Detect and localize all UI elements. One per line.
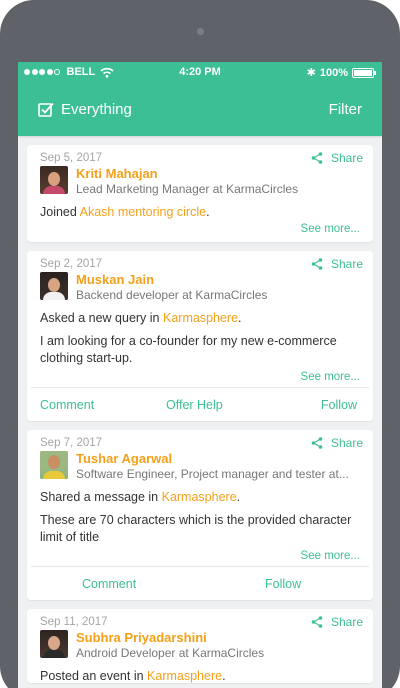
activity-text: Shared a message in Karmasphere. bbox=[40, 490, 241, 504]
activity-feed: Sep 5, 2017 Share Kriti Mahajan Lead Mar… bbox=[18, 136, 382, 683]
share-icon bbox=[311, 152, 323, 164]
avatar[interactable] bbox=[40, 451, 68, 479]
share-icon bbox=[311, 616, 323, 628]
avatar[interactable] bbox=[40, 630, 68, 658]
share-label: Share bbox=[330, 615, 363, 629]
user-role: Lead Marketing Manager at KarmaCircles bbox=[76, 182, 299, 196]
activity-link[interactable]: Akash mentoring circle bbox=[80, 205, 206, 219]
share-button[interactable]: Share bbox=[311, 151, 363, 165]
user-name[interactable]: Kriti Mahajan bbox=[76, 166, 364, 182]
offer-help-button[interactable]: Offer Help bbox=[166, 398, 223, 412]
share-label: Share bbox=[330, 257, 363, 271]
filter-button[interactable]: Filter bbox=[329, 101, 362, 118]
comment-button[interactable]: Comment bbox=[82, 577, 136, 591]
card-actions: Comment Follow bbox=[31, 566, 369, 600]
activity-text: Joined Akash mentoring circle. bbox=[40, 205, 210, 219]
post-message: These are 70 characters which is the pro… bbox=[40, 513, 352, 544]
phone-frame: BELL 4:20 PM ✱ 100% Everything Filter Se… bbox=[0, 0, 400, 688]
battery-icon bbox=[352, 67, 376, 78]
user-name[interactable]: Muskan Jain bbox=[76, 272, 364, 288]
feed-card: Sep 11, 2017 Share Subhra Priyadarshini … bbox=[27, 609, 373, 683]
post-message: I am looking for a co-founder for my new… bbox=[40, 334, 337, 365]
activity-link[interactable]: Karmasphere bbox=[163, 311, 238, 325]
follow-button[interactable]: Follow bbox=[265, 577, 301, 591]
battery-info: ✱ 100% bbox=[306, 66, 376, 79]
bluetooth-icon: ✱ bbox=[306, 67, 316, 79]
feed-selector[interactable]: Everything bbox=[38, 101, 132, 118]
user-role: Backend developer at KarmaCircles bbox=[76, 288, 268, 302]
activity-text: Posted an event in Karmasphere. bbox=[40, 669, 226, 683]
comment-button[interactable]: Comment bbox=[40, 398, 94, 412]
share-button[interactable]: Share bbox=[311, 257, 363, 271]
battery-percent: 100% bbox=[319, 66, 348, 79]
card-actions: Comment Offer Help Follow bbox=[31, 387, 369, 421]
checkbox-icon bbox=[38, 102, 54, 117]
share-button[interactable]: Share bbox=[311, 436, 363, 450]
user-name[interactable]: Tushar Agarwal bbox=[76, 451, 364, 467]
app-bar-title: Everything bbox=[61, 101, 132, 118]
feed-card: Sep 5, 2017 Share Kriti Mahajan Lead Mar… bbox=[27, 145, 373, 242]
activity-text: Asked a new query in Karmasphere. bbox=[40, 311, 242, 325]
status-bar: BELL 4:20 PM ✱ 100% bbox=[18, 62, 382, 84]
follow-button[interactable]: Follow bbox=[321, 398, 357, 412]
see-more-link[interactable]: See more... bbox=[40, 371, 360, 383]
avatar[interactable] bbox=[40, 166, 68, 194]
share-button[interactable]: Share bbox=[311, 615, 363, 629]
app-bar: Everything Filter bbox=[18, 84, 382, 136]
user-name[interactable]: Subhra Priyadarshini bbox=[76, 630, 364, 646]
phone-speaker bbox=[197, 28, 204, 35]
activity-link[interactable]: Karmasphere bbox=[162, 490, 237, 504]
user-role: Software Engineer, Project manager and t… bbox=[76, 467, 349, 481]
share-icon bbox=[311, 258, 323, 270]
user-role: Android Developer at KarmaCircles bbox=[76, 646, 265, 660]
app-screen: BELL 4:20 PM ✱ 100% Everything Filter Se… bbox=[18, 62, 382, 688]
see-more-link[interactable]: See more... bbox=[40, 550, 360, 562]
share-label: Share bbox=[330, 151, 363, 165]
feed-card: Sep 7, 2017 Share Tushar Agarwal Softwar… bbox=[27, 430, 373, 600]
share-icon bbox=[311, 437, 323, 449]
feed-card: Sep 2, 2017 Share Muskan Jain Backend de… bbox=[27, 251, 373, 421]
activity-link[interactable]: Karmasphere bbox=[147, 669, 222, 683]
see-more-link[interactable]: See more... bbox=[40, 223, 360, 242]
avatar[interactable] bbox=[40, 272, 68, 300]
share-label: Share bbox=[330, 436, 363, 450]
